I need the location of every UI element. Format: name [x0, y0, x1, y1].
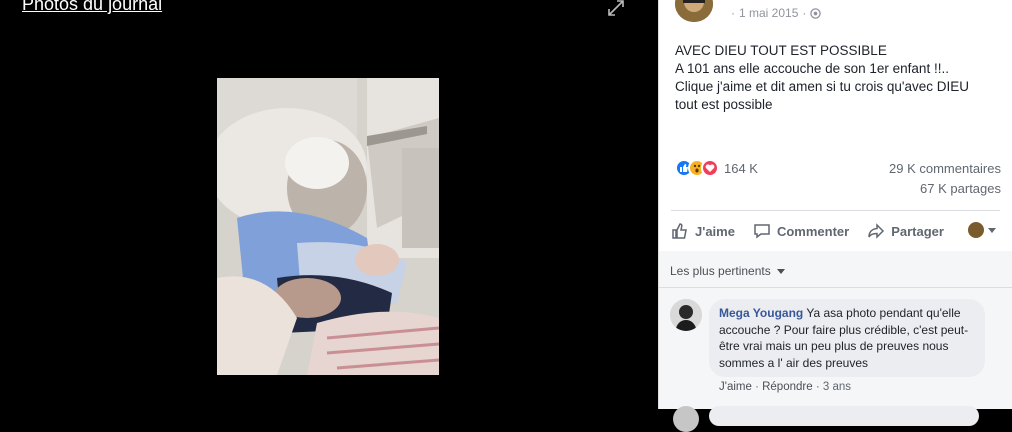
expand-icon[interactable]	[606, 0, 626, 18]
meta-separator: ·	[802, 6, 807, 20]
photo-viewer: Photos du journal	[0, 0, 658, 409]
album-title-link[interactable]: Photos du journal	[22, 0, 162, 15]
share-label: Partager	[891, 223, 944, 239]
post-meta: · 1 mai 2015 ·	[731, 6, 822, 20]
comment-filter-label: Les plus pertinents	[670, 264, 771, 278]
photo-illustration	[217, 78, 439, 375]
divider	[659, 287, 1012, 288]
small-avatar	[968, 222, 984, 238]
comment-actions: J'aime · Répondre · 3 ans	[719, 381, 851, 393]
love-reaction-icon	[701, 159, 719, 177]
post-date[interactable]: 1 mai 2015	[739, 6, 798, 20]
chevron-down-icon	[776, 268, 785, 274]
post-text: AVEC DIEU TOUT EST POSSIBLE A 101 ans el…	[675, 42, 995, 114]
like-button[interactable]: J'aime	[671, 222, 735, 240]
comment-button[interactable]: Commenter	[753, 222, 849, 240]
next-comment-bubble	[709, 406, 979, 426]
comment-bubble: Mega Yougang Ya asa photo pendant qu'ell…	[709, 299, 985, 377]
reactions-summary[interactable]: 164 K	[675, 159, 758, 177]
thumbs-up-icon	[672, 223, 687, 239]
post-actions: J'aime Commenter Partager	[671, 219, 1001, 243]
post-sidebar: · 1 mai 2015 · AVEC DIEU TOUT EST POSSIB…	[658, 0, 1012, 432]
comment-filter-dropdown[interactable]: Les plus pertinents	[670, 264, 785, 278]
avatar-image	[675, 0, 713, 22]
comment-reply-link[interactable]: Répondre	[762, 381, 813, 393]
reactions-count[interactable]: 164 K	[724, 161, 758, 176]
comment-time[interactable]: 3 ans	[823, 381, 851, 393]
share-button[interactable]: Partager	[867, 222, 944, 240]
post-photo[interactable]	[217, 78, 439, 375]
divider	[671, 210, 1000, 211]
comments-section: Les plus pertinents Mega Yougang Ya asa …	[659, 251, 1012, 432]
comment-icon	[754, 224, 770, 239]
comment-like-link[interactable]: J'aime	[719, 381, 752, 393]
separator-dot: ·	[815, 381, 823, 393]
like-label: J'aime	[695, 223, 735, 239]
comment-author-link[interactable]: Mega Yougang	[719, 306, 803, 320]
post-text-line: AVEC DIEU TOUT EST POSSIBLE	[675, 43, 887, 58]
next-comment-avatar[interactable]	[673, 406, 699, 432]
page-avatar[interactable]	[675, 0, 713, 22]
post-text-line: Clique j'aime et dit amen si tu crois qu…	[675, 79, 970, 94]
meta-separator: ·	[731, 6, 735, 20]
shares-count[interactable]: 67 K partages	[920, 181, 1001, 196]
comments-count[interactable]: 29 K commentaires	[889, 161, 1001, 176]
share-icon	[868, 223, 885, 239]
globe-icon	[810, 7, 822, 19]
post-text-line: A 101 ans elle accouche de son 1er enfan…	[675, 61, 949, 76]
post-text-line: tout est possible	[675, 97, 773, 112]
respond-as-selector[interactable]	[968, 222, 996, 238]
chevron-down-icon	[988, 227, 996, 233]
comment-author-avatar[interactable]	[670, 299, 702, 331]
avatar-image	[670, 299, 702, 331]
comment-label: Commenter	[776, 223, 850, 239]
